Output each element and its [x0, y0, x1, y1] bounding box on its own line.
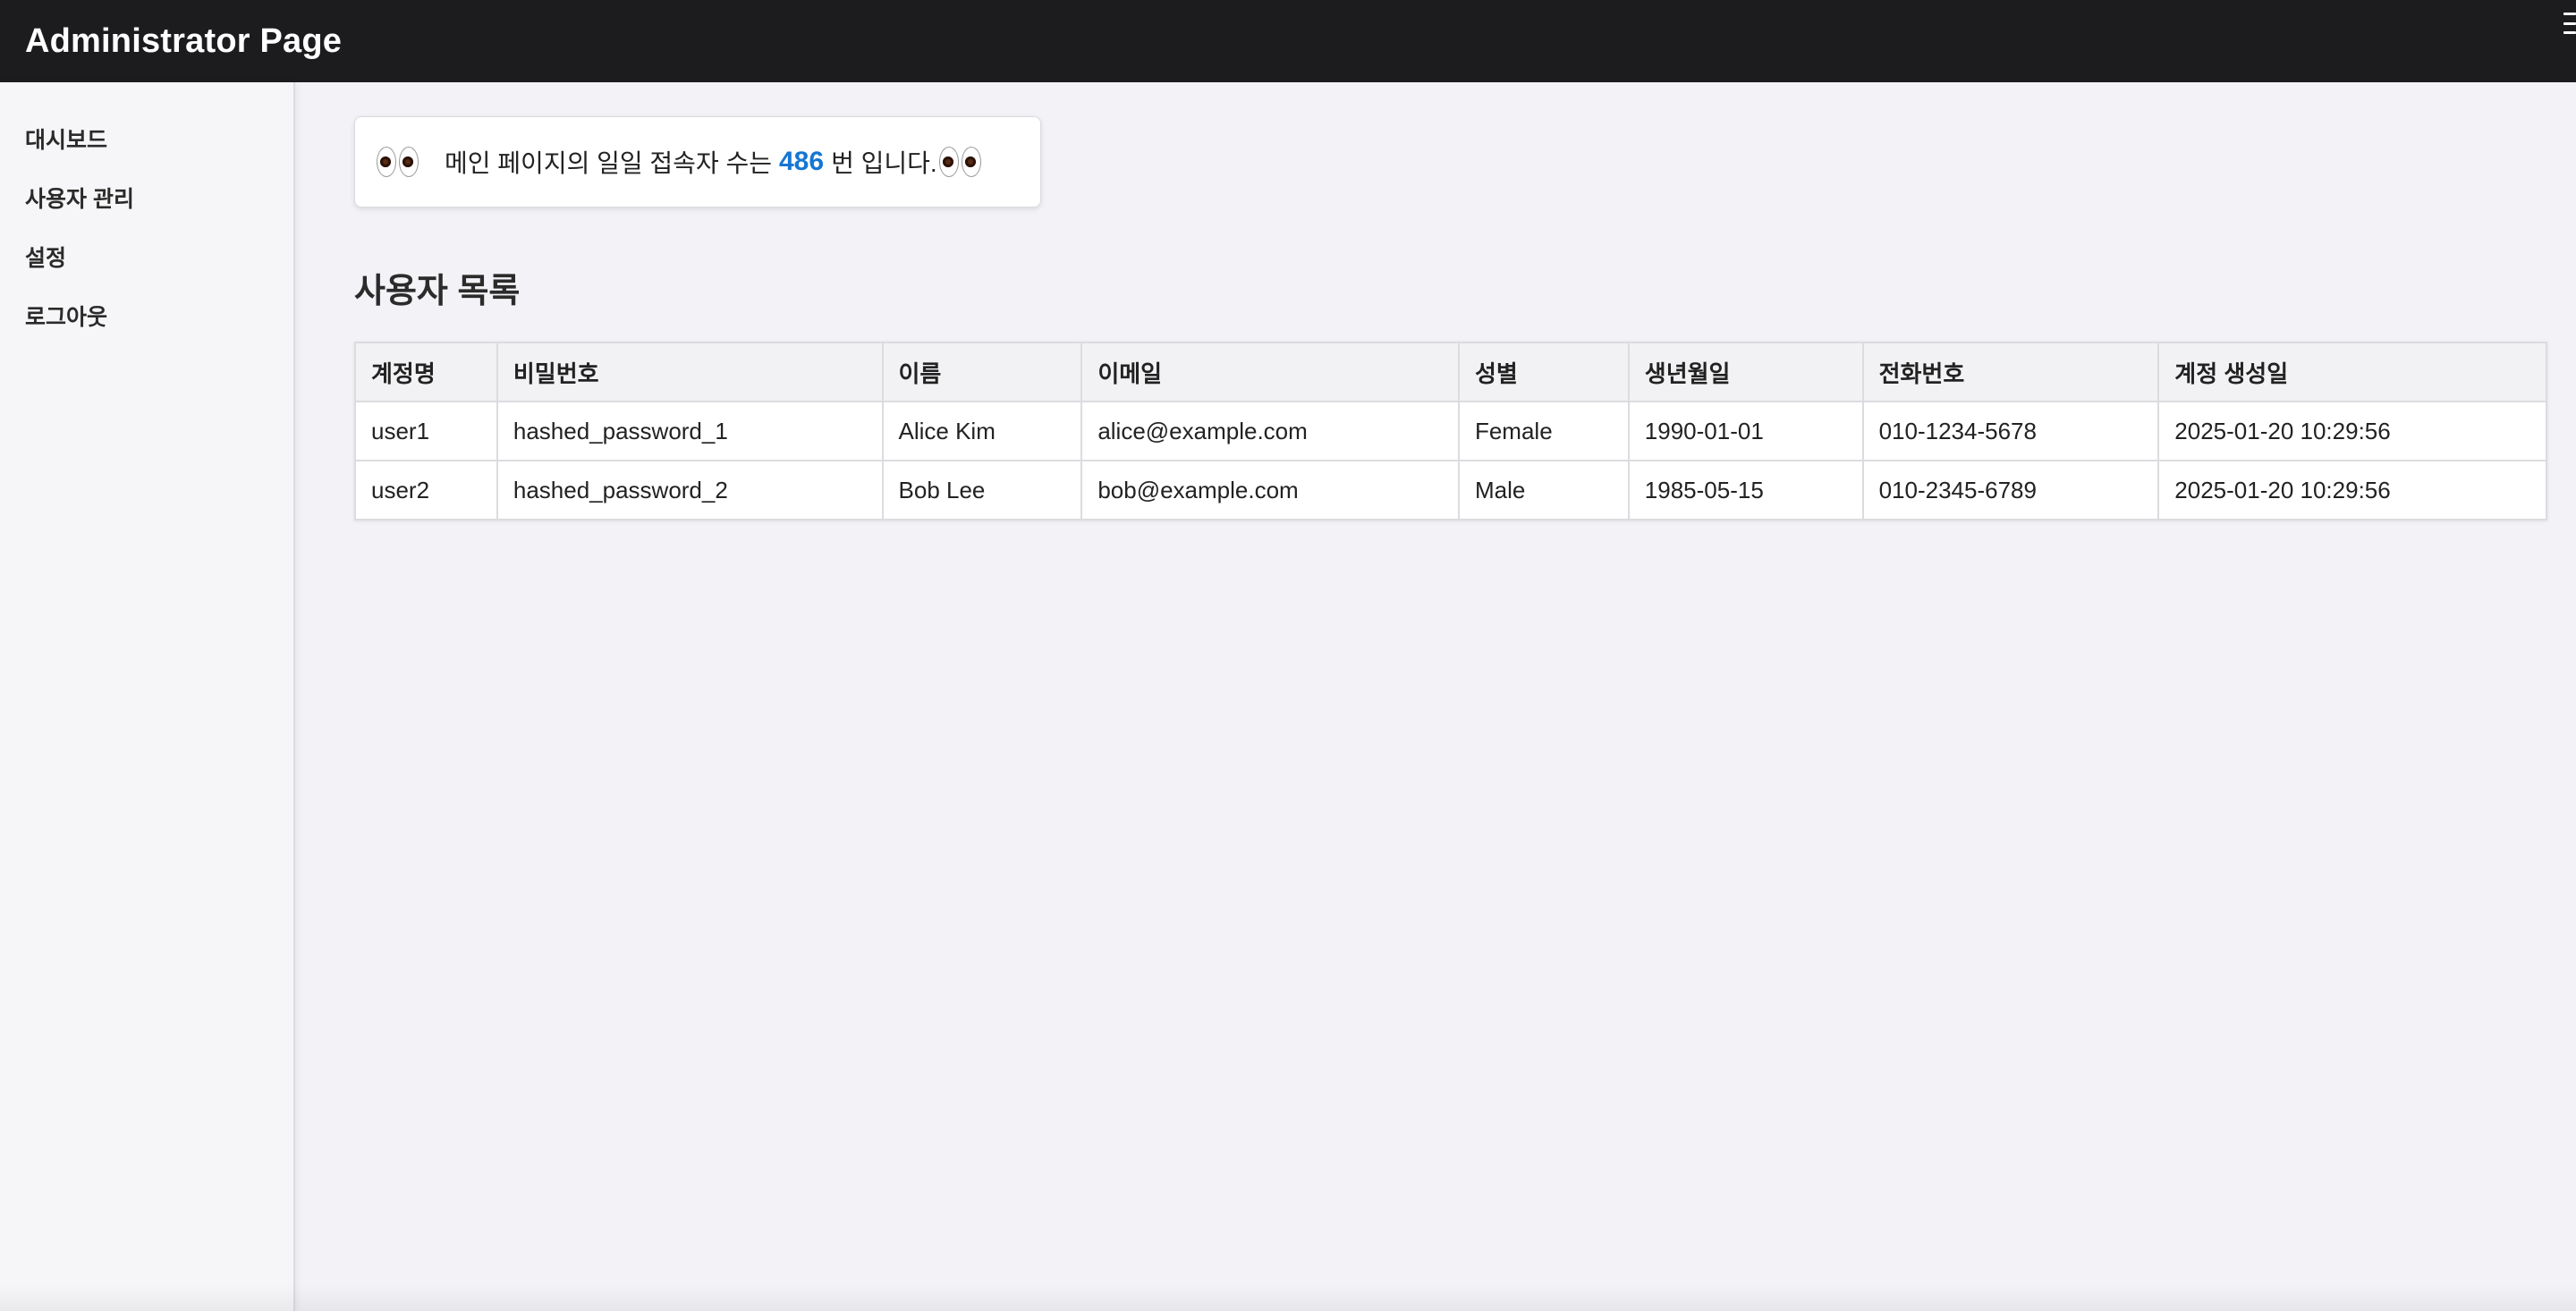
column-header: 계정명	[354, 342, 498, 402]
top-bar: Administrator Page	[0, 0, 2576, 82]
cell-gender: Male	[1457, 460, 1630, 520]
sidebar-item-settings[interactable]: 설정	[0, 229, 293, 288]
page-title: Administrator Page	[25, 21, 343, 60]
cell-username: user1	[354, 401, 498, 461]
main-content: 메인 페이지의 일일 접속자 수는 486 번 입니다. 사용자 목록 계정명 …	[297, 82, 2576, 1311]
cell-created-at: 2025-01-20 10:29:56	[2157, 401, 2547, 461]
table-header-row: 계정명 비밀번호 이름 이메일 성별 생년월일 전화번호 계정 생성일	[354, 342, 2547, 402]
cell-password: hashed_password_2	[496, 460, 884, 520]
sidebar-item-user-management[interactable]: 사용자 관리	[0, 170, 293, 229]
column-header: 전화번호	[1861, 342, 2160, 402]
cell-created-at: 2025-01-20 10:29:56	[2157, 460, 2547, 520]
sidebar: 대시보드 사용자 관리 설정 로그아웃	[0, 82, 295, 1311]
cell-password: hashed_password_1	[496, 401, 884, 461]
column-header: 성별	[1457, 342, 1630, 402]
visits-count: 486	[779, 147, 825, 176]
eyes-icon	[377, 147, 421, 177]
cell-phone: 010-1234-5678	[1861, 401, 2160, 461]
daily-visits-card: 메인 페이지의 일일 접속자 수는 486 번 입니다.	[354, 116, 1041, 207]
user-table: 계정명 비밀번호 이름 이메일 성별 생년월일 전화번호 계정 생성일 user…	[354, 342, 2547, 520]
column-header: 계정 생성일	[2157, 342, 2547, 402]
cell-birthdate: 1985-05-15	[1627, 460, 1864, 520]
visits-prefix: 메인 페이지의 일일 접속자 수는	[445, 149, 772, 177]
eyes-icon	[938, 147, 984, 177]
column-header: 이메일	[1080, 342, 1460, 402]
column-header: 생년월일	[1627, 342, 1864, 402]
cell-name: Alice Kim	[881, 401, 1083, 461]
column-header: 비밀번호	[496, 342, 884, 402]
cell-gender: Female	[1457, 401, 1630, 461]
cell-email: alice@example.com	[1080, 401, 1460, 461]
table-row: user2 hashed_password_2 Bob Lee bob@exam…	[354, 460, 2547, 520]
cell-username: user2	[354, 460, 498, 520]
cell-birthdate: 1990-01-01	[1627, 401, 1864, 461]
column-header: 이름	[881, 342, 1083, 402]
users-section-title: 사용자 목록	[354, 273, 521, 310]
visits-suffix: 번 입니다.	[831, 149, 937, 177]
sidebar-item-logout[interactable]: 로그아웃	[0, 288, 293, 347]
cell-email: bob@example.com	[1080, 460, 1460, 520]
table-row: user1 hashed_password_1 Alice Kim alice@…	[354, 401, 2547, 461]
cell-name: Bob Lee	[881, 460, 1083, 520]
sidebar-item-dashboard[interactable]: 대시보드	[0, 111, 293, 170]
menu-icon[interactable]	[2563, 13, 2576, 34]
cell-phone: 010-2345-6789	[1861, 460, 2160, 520]
